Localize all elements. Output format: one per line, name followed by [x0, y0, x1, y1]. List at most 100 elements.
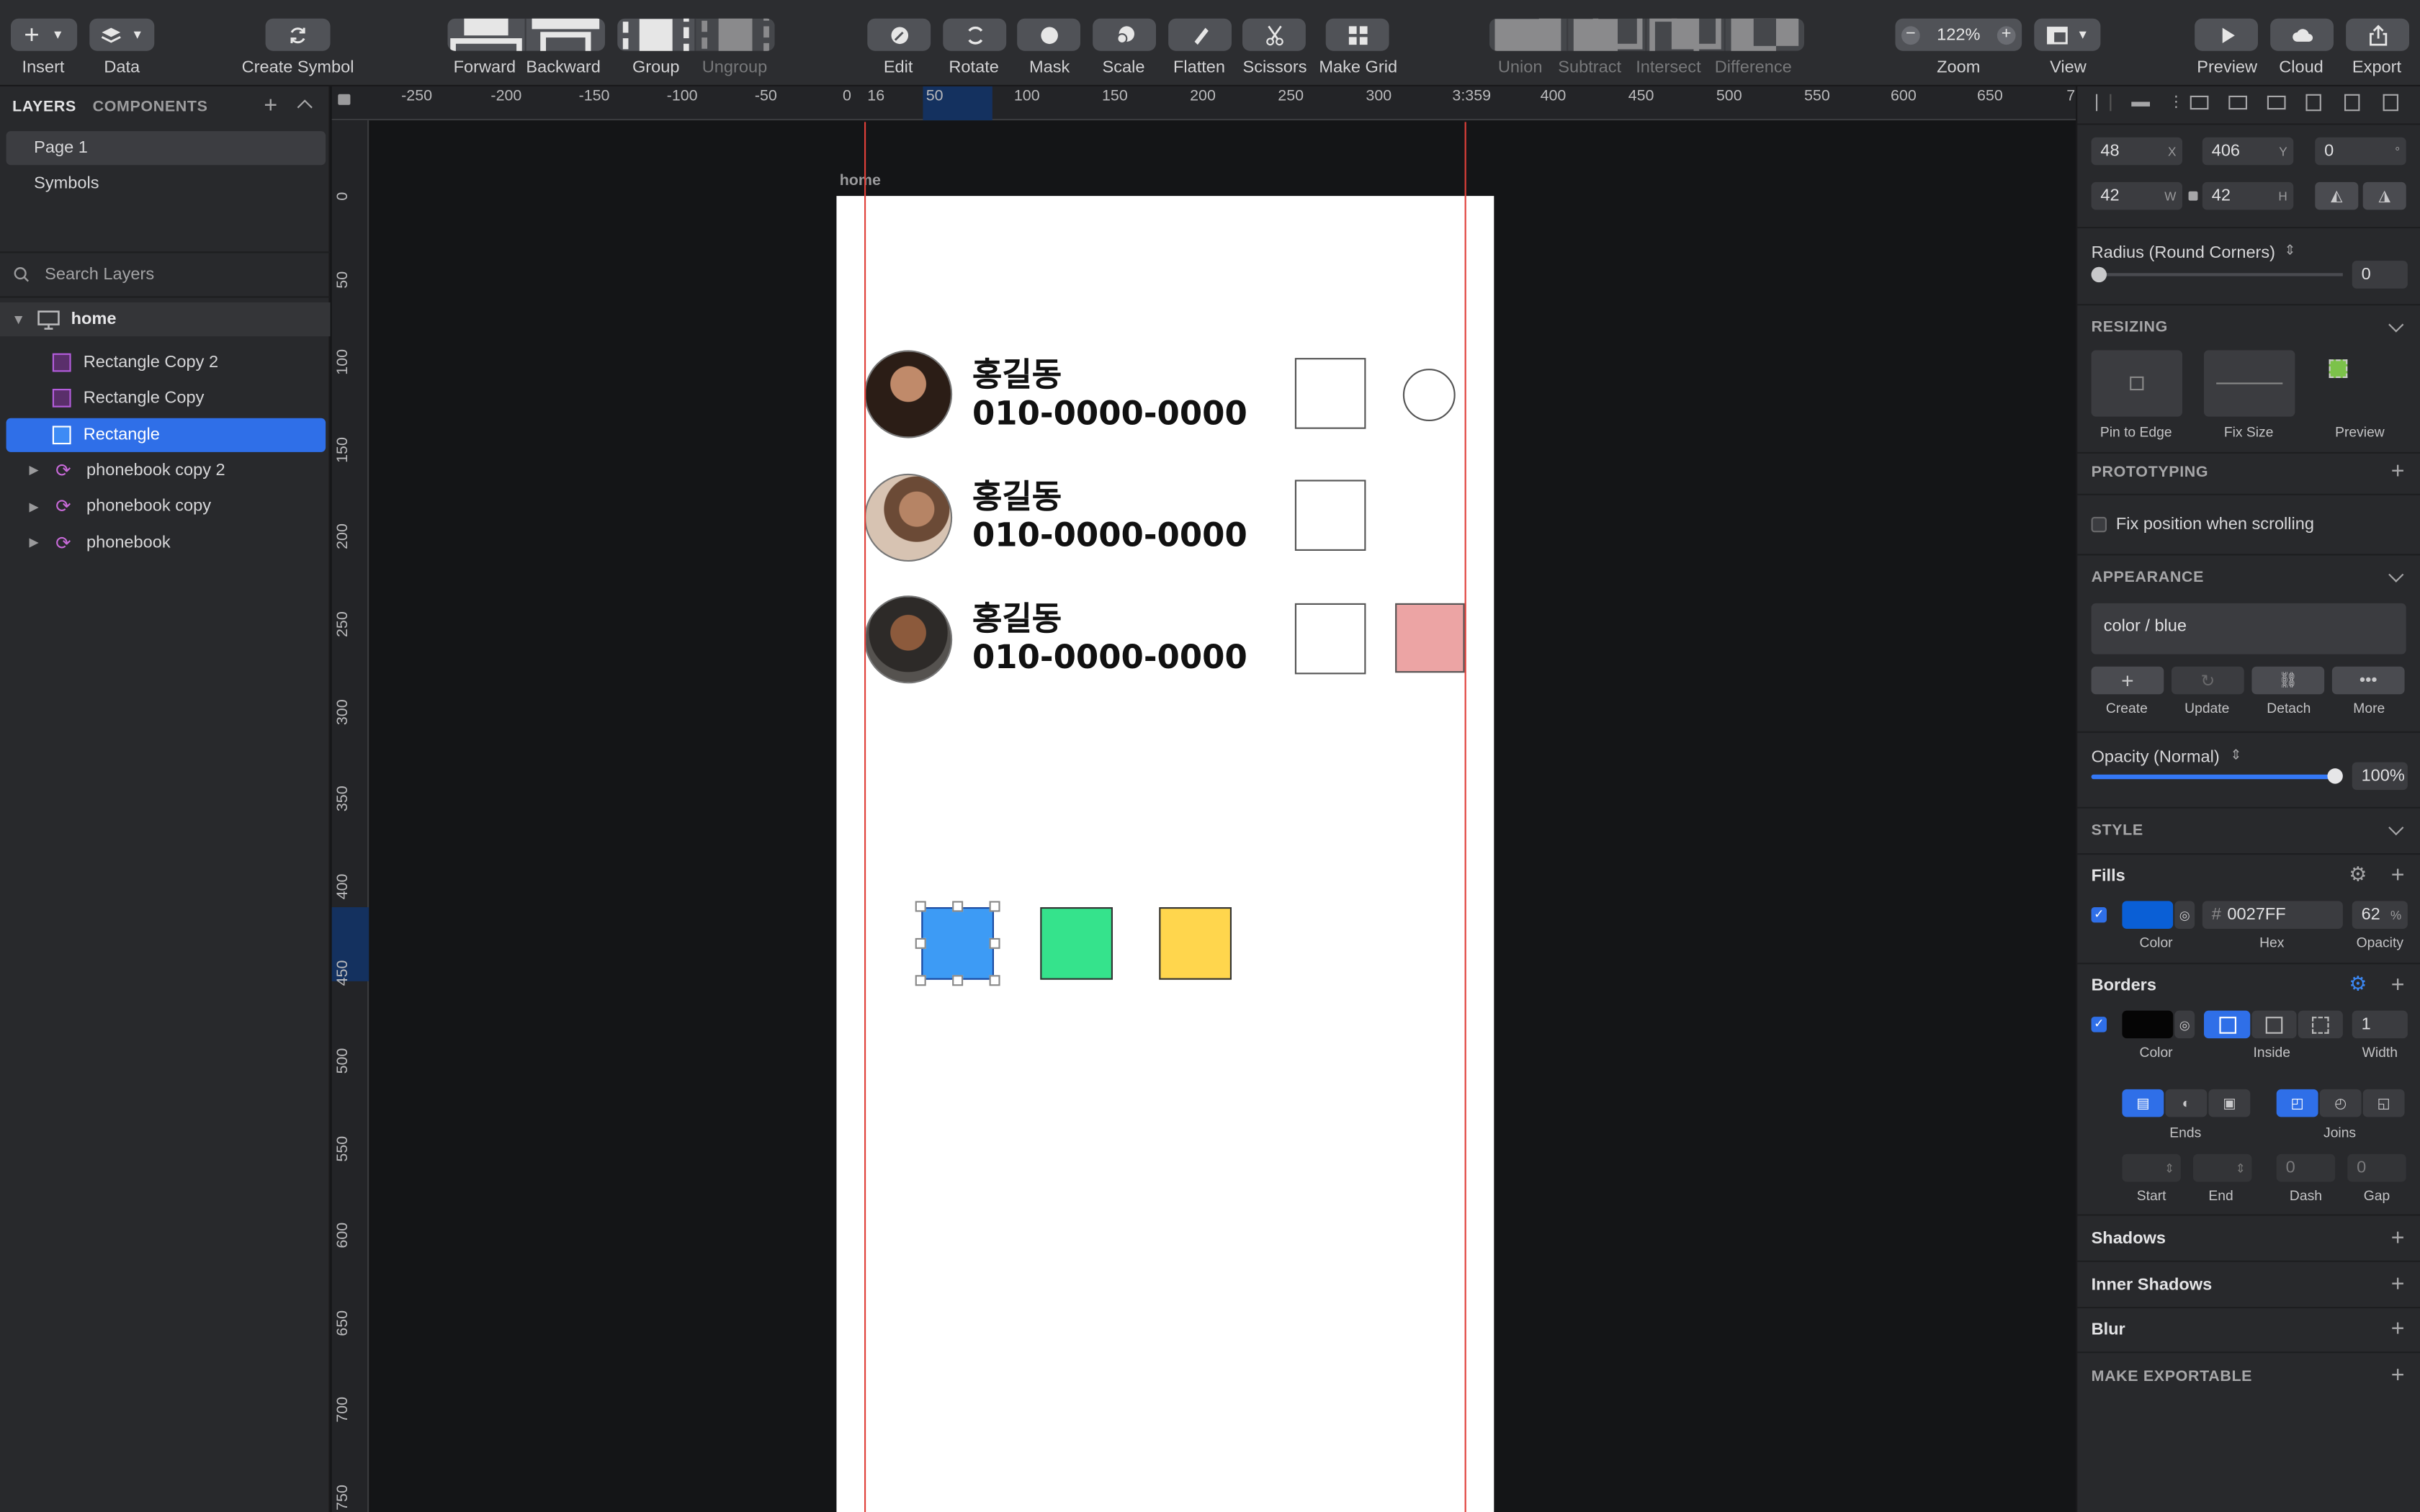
search-input[interactable]: Search Layers: [45, 266, 154, 284]
layer-row[interactable]: ▶ ⟳ phonebook copy: [6, 490, 326, 523]
cloud-button[interactable]: [2270, 18, 2334, 51]
insert-button[interactable]: + ▼: [11, 18, 78, 51]
shared-style-selector[interactable]: color / blue: [2091, 603, 2406, 654]
height-field[interactable]: 42 H: [2202, 181, 2294, 210]
detach-style-button[interactable]: ⛓: [2251, 666, 2325, 695]
artboard-title[interactable]: home: [840, 173, 881, 190]
arrow-end-select[interactable]: ⇕: [2193, 1153, 2252, 1182]
canvas[interactable]: home 홍길동 010-0000-0000 홍길동 010-0000-0000…: [370, 122, 2076, 1512]
layer-row[interactable]: ▶ ⟳ phonebook: [6, 526, 326, 559]
add-shadow-plus-icon[interactable]: +: [2391, 1227, 2405, 1250]
pink-rectangle[interactable]: [1395, 603, 1465, 673]
opacity-slider[interactable]: [2091, 774, 2337, 780]
checkbox-square[interactable]: [1294, 358, 1366, 429]
resize-handle[interactable]: [989, 937, 1000, 949]
ungroup-button[interactable]: [696, 18, 775, 51]
opacity-slider-knob[interactable]: [2327, 768, 2343, 784]
disclosure-triangle-icon[interactable]: ▶: [24, 500, 43, 513]
make-grid-button[interactable]: [1325, 18, 1389, 51]
resize-handle[interactable]: [989, 975, 1000, 986]
pin-to-edge-control[interactable]: [2091, 350, 2182, 417]
edit-button[interactable]: [867, 18, 931, 51]
forward-button[interactable]: [447, 18, 526, 51]
fill-color-swatch[interactable]: [2122, 901, 2174, 929]
add-fill-plus-icon[interactable]: +: [2391, 864, 2405, 887]
page-item-symbols[interactable]: Symbols: [6, 166, 326, 200]
artboard-home[interactable]: 홍길동 010-0000-0000 홍길동 010-0000-0000 홍길동 …: [836, 196, 1494, 1512]
resize-handle[interactable]: [915, 937, 926, 949]
rectangle-copy[interactable]: [1040, 907, 1113, 980]
subtract-button[interactable]: [1568, 18, 1647, 51]
create-symbol-button[interactable]: [265, 18, 331, 51]
color-variable-button[interactable]: ◎: [2174, 901, 2195, 929]
radius-slider-knob[interactable]: [2091, 266, 2107, 283]
collapse-pages-chevron-icon[interactable]: [297, 99, 313, 115]
miter-join-button[interactable]: ◰: [2276, 1089, 2318, 1117]
add-border-plus-icon[interactable]: +: [2391, 973, 2405, 996]
search-layers-field[interactable]: Search Layers: [0, 256, 331, 293]
bevel-join-button[interactable]: ◱: [2362, 1089, 2405, 1117]
fill-opacity-field[interactable]: 62%: [2352, 901, 2408, 929]
fill-hex-field[interactable]: #0027FF: [2202, 901, 2343, 929]
flip-vertical-button[interactable]: ◮: [2362, 181, 2406, 210]
disclosure-triangle-icon[interactable]: ▶: [24, 464, 43, 477]
vertical-ruler[interactable]: 0 50 100 150 200 250 300 350 400 450 500 550 600 650 7…: [331, 120, 369, 1512]
add-export-plus-icon[interactable]: +: [2391, 1364, 2405, 1387]
arrow-start-select[interactable]: ⇕: [2122, 1153, 2181, 1182]
border-width-field[interactable]: 1: [2352, 1010, 2408, 1039]
create-style-button[interactable]: +: [2091, 666, 2164, 695]
difference-button[interactable]: [1725, 18, 1804, 51]
blend-mode-stepper-icon[interactable]: ⇕: [2230, 747, 2241, 764]
resize-handle[interactable]: [915, 975, 926, 986]
update-style-button[interactable]: ↻: [2172, 666, 2244, 695]
more-style-button[interactable]: •••: [2331, 666, 2405, 695]
add-inner-shadow-plus-icon[interactable]: +: [2391, 1273, 2405, 1296]
border-settings-gear-icon[interactable]: ⚙: [2349, 972, 2367, 996]
zoom-in-button[interactable]: +: [1996, 24, 2016, 45]
gap-field[interactable]: 0: [2347, 1153, 2406, 1182]
union-button[interactable]: [1489, 18, 1569, 51]
flatten-button[interactable]: [1168, 18, 1232, 51]
align-left-icon[interactable]: [2096, 94, 2112, 112]
radius-field[interactable]: 0: [2352, 261, 2408, 289]
border-outside-button[interactable]: [2298, 1010, 2343, 1039]
align-center-icon[interactable]: [2131, 102, 2150, 107]
intersect-button[interactable]: [1646, 18, 1726, 51]
page-item-page-1[interactable]: Page 1: [6, 131, 326, 166]
fix-size-control[interactable]: [2204, 350, 2295, 417]
layer-row[interactable]: Rectangle Copy 2: [6, 346, 326, 379]
border-inside-button[interactable]: [2251, 1010, 2297, 1039]
fill-enabled-checkbox[interactable]: ✓: [2091, 907, 2107, 923]
collapse-chevron-icon[interactable]: [2388, 317, 2404, 333]
tab-components[interactable]: COMPONENTS: [89, 86, 212, 125]
y-field[interactable]: 406 Y: [2202, 137, 2294, 166]
border-center-button[interactable]: [2204, 1010, 2251, 1039]
distribute-icon[interactable]: ⋮: [2169, 94, 2184, 112]
butt-end-button[interactable]: ▤: [2122, 1089, 2164, 1117]
resize-handle[interactable]: [989, 901, 1000, 912]
rotate-button[interactable]: [943, 18, 1007, 51]
group-button[interactable]: [617, 18, 696, 51]
x-field[interactable]: 48 X: [2091, 137, 2182, 166]
opacity-field[interactable]: 100%: [2352, 762, 2408, 791]
rectangle-copy-2[interactable]: [1159, 907, 1232, 980]
color-variable-button[interactable]: ◎: [2174, 1010, 2195, 1039]
align-bottom-icon[interactable]: [2267, 95, 2286, 110]
resize-handle[interactable]: [952, 901, 964, 912]
rectangle-selected[interactable]: [921, 907, 994, 980]
round-join-button[interactable]: ◴: [2319, 1089, 2362, 1117]
collapse-chevron-icon[interactable]: [2388, 820, 2404, 836]
add-page-plus-icon[interactable]: +: [264, 93, 277, 119]
checkbox-square[interactable]: [1294, 480, 1366, 551]
border-enabled-checkbox[interactable]: ✓: [2091, 1017, 2107, 1032]
round-end-button[interactable]: ◐: [2165, 1089, 2208, 1117]
radius-slider[interactable]: [2091, 273, 2343, 276]
ruler-lock-icon[interactable]: [338, 94, 351, 105]
border-color-swatch[interactable]: [2122, 1010, 2174, 1039]
layer-row[interactable]: Rectangle Copy: [6, 382, 326, 415]
scale-button[interactable]: [1093, 18, 1156, 51]
mask-button[interactable]: [1017, 18, 1080, 51]
zoom-value[interactable]: 122%: [1937, 25, 1980, 44]
lock-proportions-icon[interactable]: [2188, 191, 2198, 201]
scissors-button[interactable]: [1242, 18, 1306, 51]
